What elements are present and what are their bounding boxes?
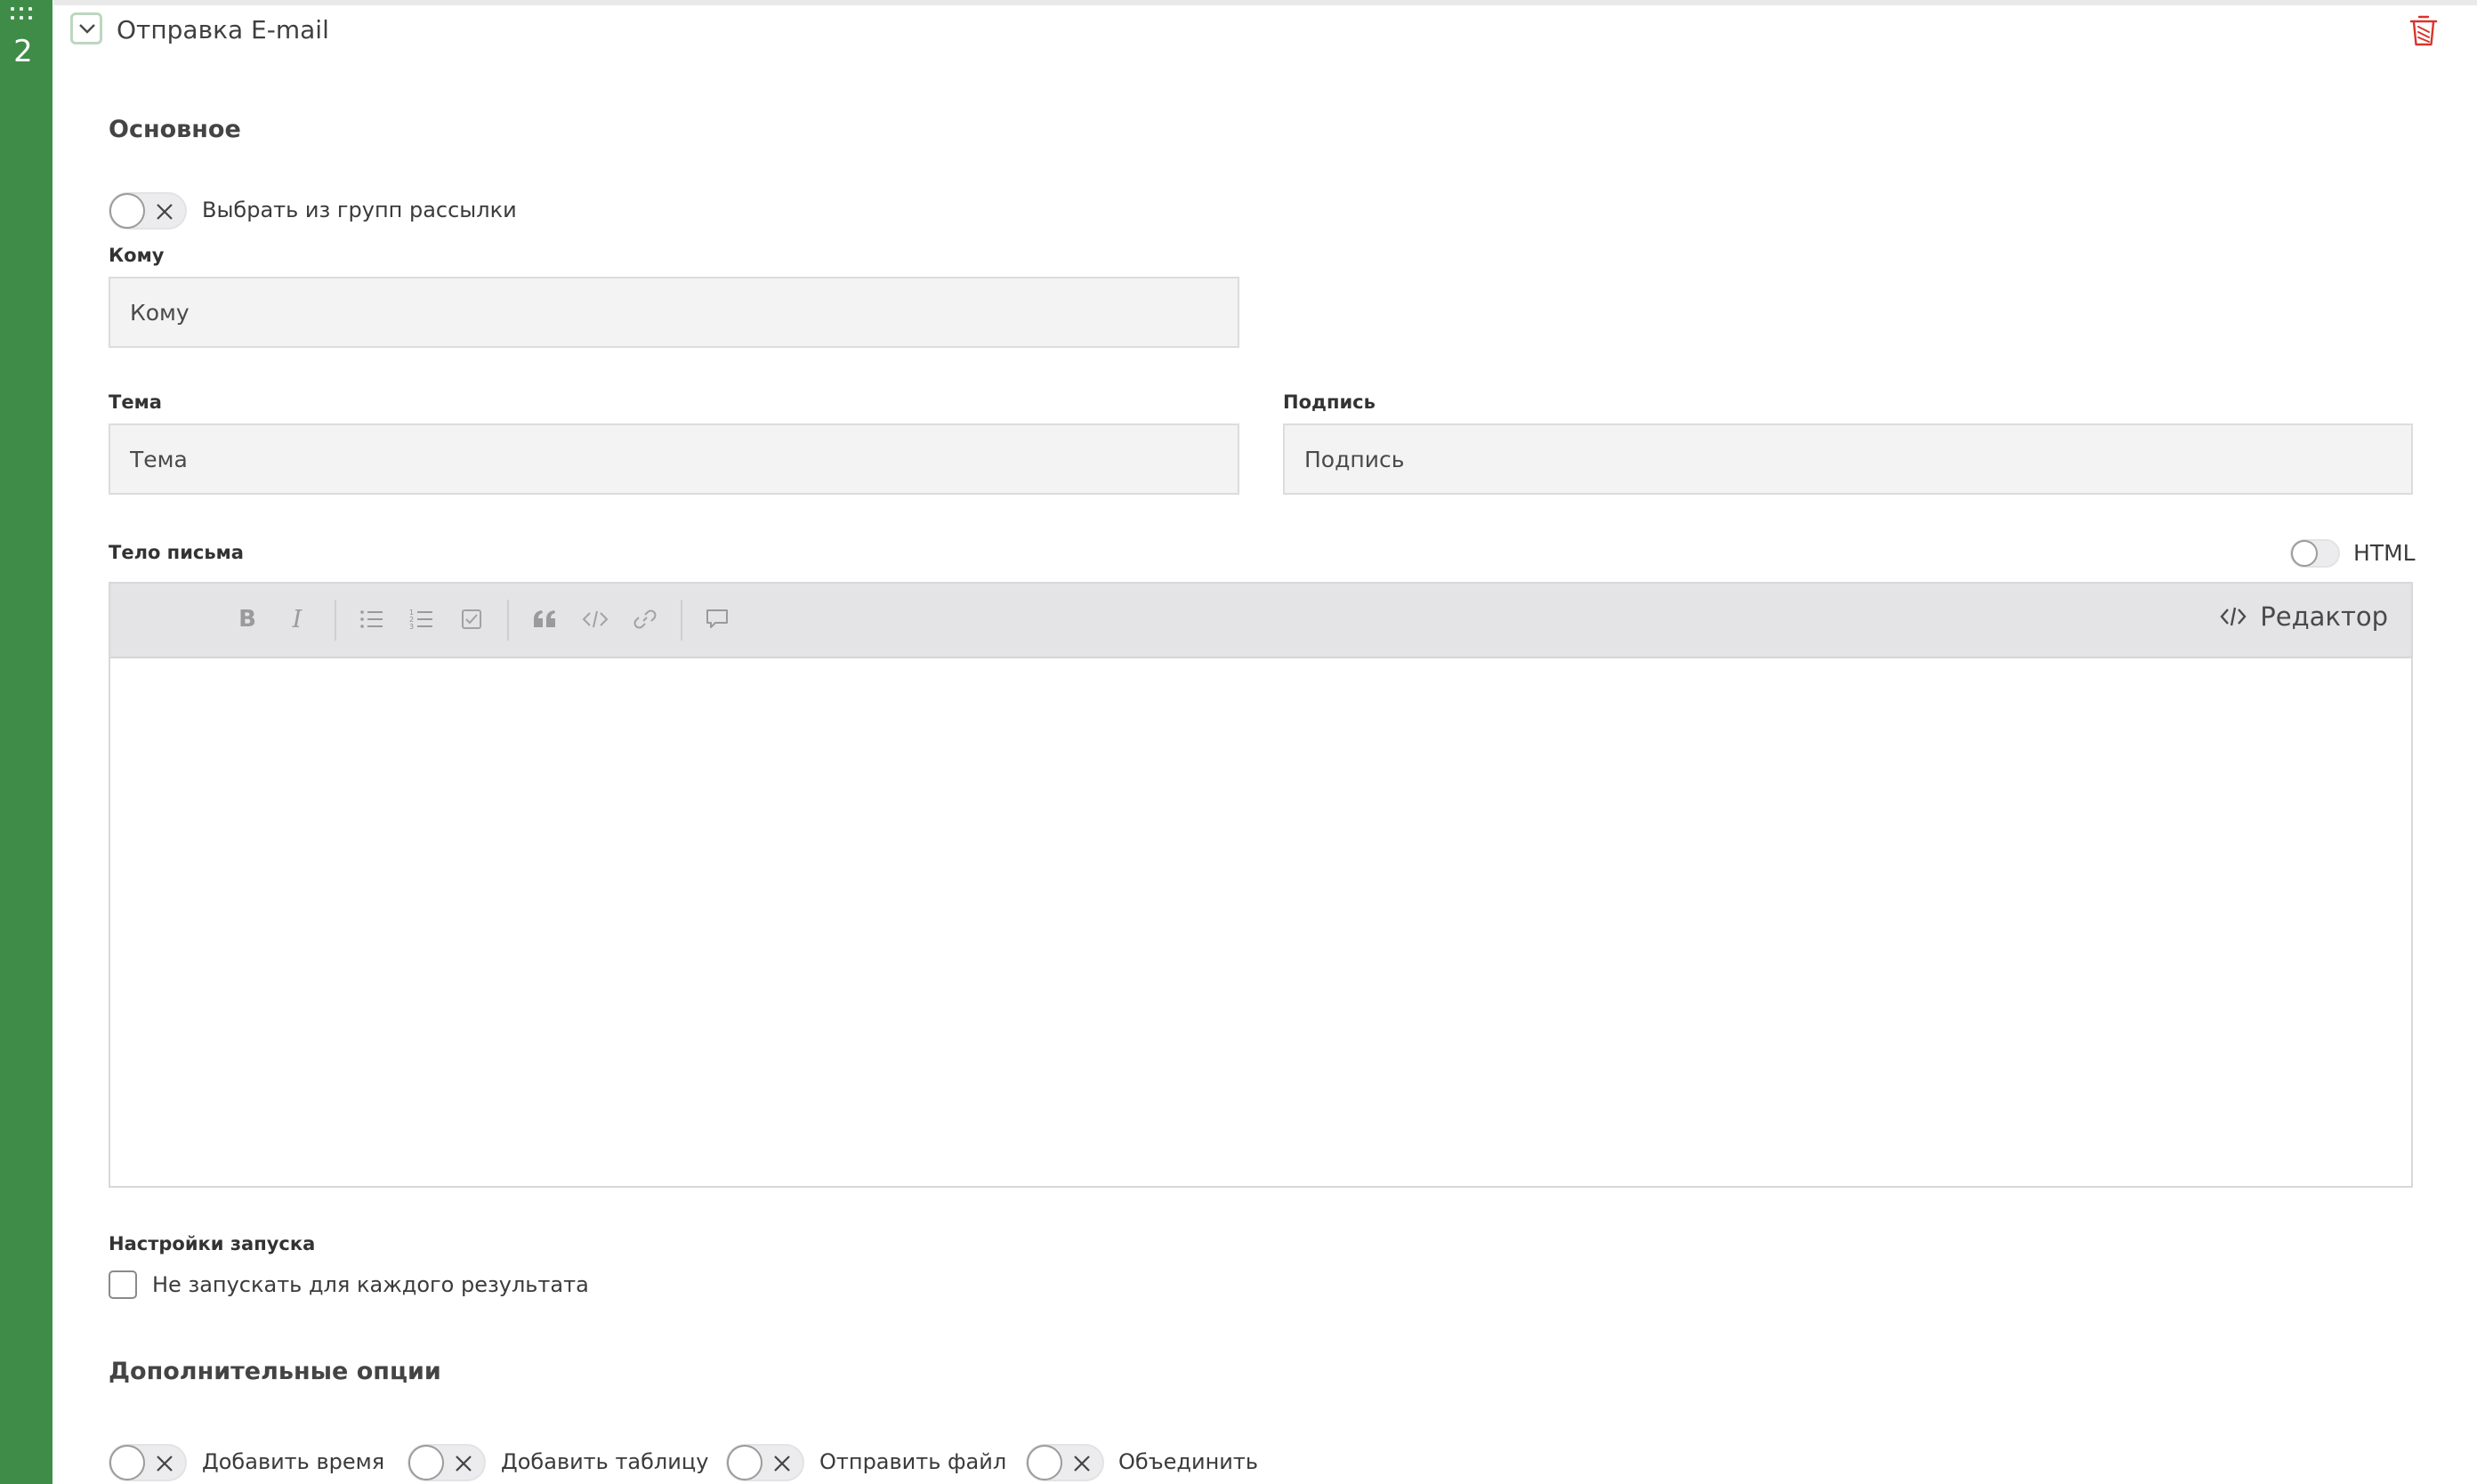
bulleted-list-icon [360, 610, 383, 628]
editor-mode-label: Редактор [2260, 601, 2388, 632]
italic-icon: I [292, 605, 303, 633]
bulleted-list-button[interactable] [356, 603, 388, 635]
html-toggle-label: HTML [2353, 540, 2416, 566]
add-time-toggle[interactable] [109, 1444, 187, 1481]
subject-field-label: Тема [109, 391, 162, 413]
toolbar-separator [335, 600, 336, 641]
close-icon [774, 1456, 790, 1472]
to-field-label: Кому [109, 245, 165, 266]
close-icon [157, 204, 173, 220]
svg-text:3: 3 [409, 623, 414, 631]
send-file-toggle-label: Отправить файл [819, 1449, 1007, 1474]
mailing-groups-toggle[interactable] [109, 192, 187, 230]
editor-toolbar: B I 1 2 3 Редактор [110, 584, 2411, 658]
signature-field[interactable] [1283, 423, 2413, 495]
mailing-groups-toggle-label: Выбрать из групп рассылки [202, 198, 517, 222]
link-button[interactable] [629, 603, 661, 635]
step-number: 2 [13, 34, 33, 69]
toolbar-separator [507, 600, 509, 641]
add-table-toggle[interactable] [407, 1444, 486, 1481]
collapse-button[interactable] [70, 12, 102, 44]
send-file-toggle[interactable] [726, 1444, 804, 1481]
editor-mode-button[interactable]: Редактор [2219, 601, 2388, 632]
toggle-knob [408, 1445, 444, 1480]
top-divider [53, 0, 2477, 5]
signature-field-label: Подпись [1283, 391, 1376, 413]
toggle-knob [1027, 1445, 1062, 1480]
code-icon [2220, 607, 2247, 626]
numbered-list-icon: 1 2 3 [409, 609, 432, 631]
run-for-each-checkbox-label: Не запускать для каждого результата [152, 1272, 589, 1297]
merge-toggle[interactable] [1026, 1444, 1104, 1481]
code-button[interactable] [579, 603, 611, 635]
link-icon [633, 609, 657, 629]
toggle-knob [727, 1445, 762, 1480]
add-time-toggle-label: Добавить время [202, 1449, 385, 1474]
close-icon [456, 1456, 472, 1472]
comment-icon [706, 609, 728, 628]
checklist-icon [462, 609, 481, 629]
delete-button[interactable] [2408, 12, 2440, 48]
add-table-toggle-label: Добавить таблицу [501, 1449, 709, 1474]
close-icon [157, 1456, 173, 1472]
subject-field[interactable] [109, 423, 1239, 495]
bold-icon: B [238, 606, 256, 633]
html-toggle[interactable] [2290, 539, 2340, 568]
toolbar-separator [681, 600, 682, 641]
drag-handle-icon[interactable] [11, 7, 37, 21]
close-icon [1074, 1456, 1090, 1472]
step-sidebar: 2 [0, 0, 52, 1484]
toggle-knob [2291, 540, 2318, 567]
main-section-title: Основное [109, 116, 241, 143]
chevron-down-icon [79, 24, 95, 34]
toggle-knob [109, 193, 145, 229]
italic-button[interactable]: I [281, 603, 313, 635]
body-editor: B I 1 2 3 Редактор [109, 582, 2413, 1188]
trash-icon [2409, 15, 2438, 46]
bold-button[interactable]: B [231, 603, 263, 635]
body-label: Тело письма [109, 542, 244, 563]
editor-content-area[interactable] [110, 658, 2411, 1186]
code-icon [582, 610, 609, 628]
checklist-button[interactable] [456, 603, 488, 635]
comment-button[interactable] [701, 603, 733, 635]
blockquote-button[interactable] [528, 603, 561, 635]
numbered-list-button[interactable]: 1 2 3 [406, 603, 438, 635]
toggle-knob [109, 1445, 145, 1480]
merge-toggle-label: Объединить [1118, 1449, 1259, 1474]
to-field[interactable] [109, 277, 1239, 348]
step-title: Отправка E-mail [117, 15, 329, 44]
extra-options-title: Дополнительные опции [109, 1358, 441, 1385]
run-for-each-checkbox[interactable] [109, 1270, 137, 1299]
quote-icon [534, 610, 555, 627]
launch-settings-label: Настройки запуска [109, 1233, 316, 1254]
